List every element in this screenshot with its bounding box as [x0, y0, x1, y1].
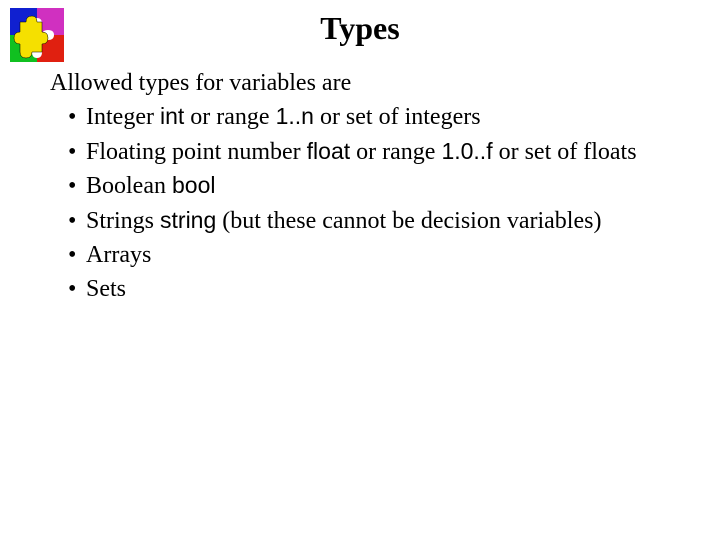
text: Floating point number: [86, 139, 307, 165]
text: Integer: [86, 104, 160, 130]
list-item-arrays: Arrays: [68, 239, 670, 271]
list-item-float: Floating point number float or range 1.0…: [68, 136, 670, 168]
slide-title: Types: [0, 0, 720, 67]
code: 1..n: [276, 103, 314, 129]
list-item-sets: Sets: [68, 273, 670, 305]
text: or range: [184, 104, 275, 130]
code: string: [160, 207, 216, 233]
text: Strings: [86, 208, 160, 234]
list-item-bool: Boolean bool: [68, 170, 670, 202]
text: or set of floats: [493, 139, 637, 165]
code: float: [307, 138, 350, 164]
list-item-string: Strings string (but these cannot be deci…: [68, 205, 670, 237]
code: 1.0..f: [441, 138, 492, 164]
puzzle-logo-icon: [10, 8, 64, 62]
text: Boolean: [86, 173, 172, 199]
list-item-integer: Integer int or range 1..n or set of inte…: [68, 101, 670, 133]
type-list: Integer int or range 1..n or set of inte…: [50, 101, 670, 305]
text: or range: [350, 139, 441, 165]
slide-body: Allowed types for variables are Integer …: [0, 67, 720, 306]
text: (but these cannot be decision variables): [216, 208, 601, 234]
text: Sets: [86, 276, 126, 302]
intro-text: Allowed types for variables are: [50, 67, 670, 99]
text: Arrays: [86, 242, 151, 268]
code: int: [160, 103, 184, 129]
text: or set of integers: [314, 104, 481, 130]
code: bool: [172, 172, 215, 198]
